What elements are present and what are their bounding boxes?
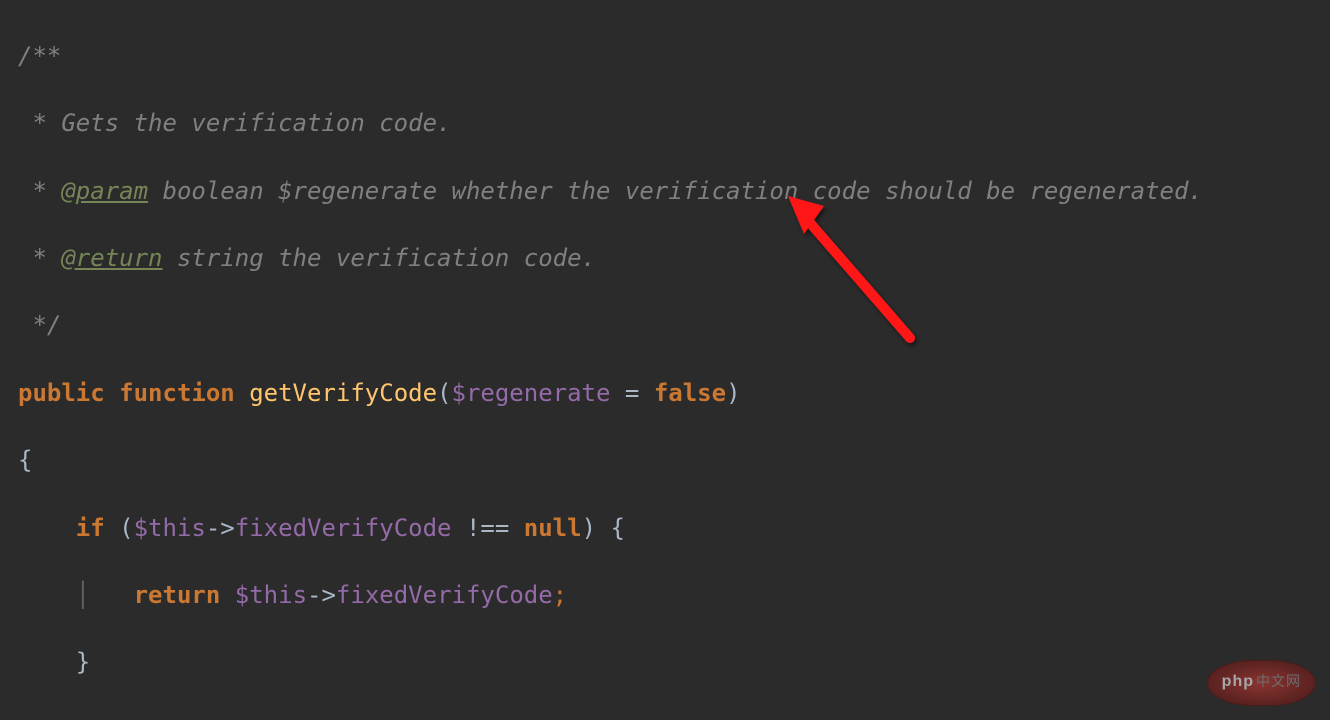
doc-tag-param: @param bbox=[61, 177, 148, 205]
code-line: * @param boolean $regenerate whether the… bbox=[18, 175, 1330, 209]
brace-open: { bbox=[18, 446, 32, 474]
code-line: if ($this->fixedVerifyCode !== null) { bbox=[18, 512, 1330, 546]
function-name: getVerifyCode bbox=[249, 379, 437, 407]
doc-tag-return: @return bbox=[61, 244, 162, 272]
code-line: * Gets the verification code. bbox=[18, 107, 1330, 141]
code-line: } bbox=[18, 646, 1330, 680]
keyword-if: if bbox=[76, 514, 105, 542]
code-line: { bbox=[18, 444, 1330, 478]
keyword-return: return bbox=[134, 581, 221, 609]
literal-false: false bbox=[654, 379, 726, 407]
code-line: /** bbox=[18, 40, 1330, 74]
keyword-function: function bbox=[119, 379, 235, 407]
code-line bbox=[18, 714, 1330, 720]
code-editor[interactable]: /** * Gets the verification code. * @par… bbox=[0, 0, 1330, 720]
literal-null: null bbox=[524, 514, 582, 542]
param-regenerate: $regenerate bbox=[452, 379, 611, 407]
function-signature: public function getVerifyCode($regenerat… bbox=[18, 377, 1330, 411]
code-line: │ return $this->fixedVerifyCode; bbox=[18, 579, 1330, 613]
watermark-logo: php中文网 bbox=[1207, 660, 1316, 706]
code-line: */ bbox=[18, 309, 1330, 343]
docblock-open: /** bbox=[18, 42, 61, 70]
brace-close: } bbox=[76, 648, 90, 676]
keyword-public: public bbox=[18, 379, 105, 407]
docblock-line: * Gets the verification code. bbox=[18, 109, 451, 137]
docblock-close: */ bbox=[18, 311, 61, 339]
code-line: * @return string the verification code. bbox=[18, 242, 1330, 276]
